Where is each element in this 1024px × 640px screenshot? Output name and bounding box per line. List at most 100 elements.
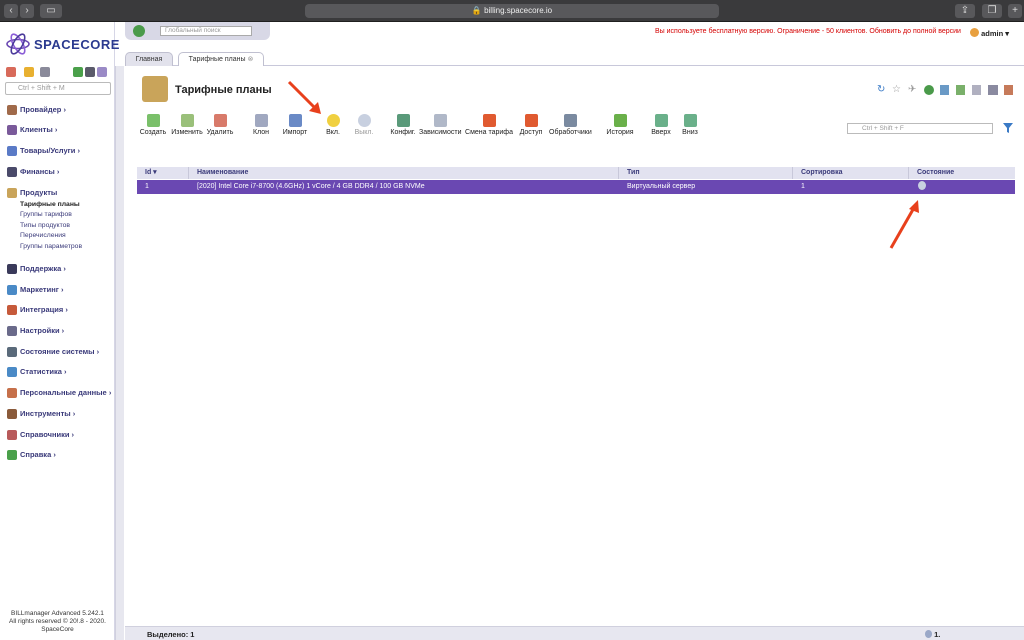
access-button[interactable]: Доступ xyxy=(518,114,544,144)
handlers-button[interactable]: Обработчики xyxy=(549,114,592,144)
print-icon[interactable] xyxy=(988,85,998,95)
puzzle-icon xyxy=(7,305,17,315)
lock-icon: 🔒 xyxy=(471,6,482,15)
move-down-button[interactable]: Вниз xyxy=(680,114,700,144)
version-text: BILLmanager Advanced 5.242.1 xyxy=(11,610,104,617)
clone-button[interactable]: Клон xyxy=(250,114,272,144)
page-title: Тарифные планы xyxy=(175,84,272,96)
help-icon xyxy=(7,450,17,460)
pin-page-icon[interactable]: ✈ xyxy=(908,84,916,95)
filter-icon[interactable] xyxy=(1003,123,1013,133)
import-button[interactable]: Импорт xyxy=(280,114,310,144)
submenu-product-types[interactable]: Типы продуктов xyxy=(20,222,70,229)
menu-item-references[interactable]: Справочники › xyxy=(7,429,74,441)
menu-item-system-status[interactable]: Состояние системы › xyxy=(7,346,99,358)
export-icon[interactable] xyxy=(940,85,949,95)
disable-button[interactable]: Выкл. xyxy=(353,114,375,144)
new-tab-button[interactable]: + xyxy=(1008,4,1022,18)
table-filter-input[interactable]: Ctrl + Shift + F xyxy=(847,123,993,134)
toolbar: Создать Изменить Удалить Клон Импорт Вкл… xyxy=(139,114,739,144)
settings-page-icon[interactable] xyxy=(1004,85,1013,95)
menu-item-products[interactable]: Продукты xyxy=(7,187,57,199)
tools-icon xyxy=(7,409,17,419)
arrow-down-icon xyxy=(683,114,697,127)
submenu-parameter-groups[interactable]: Группы параметров xyxy=(20,243,82,250)
column-header-id[interactable]: Id ▾ xyxy=(137,167,189,179)
menu-item-clients[interactable]: Клиенты › xyxy=(7,124,57,136)
camera-icon[interactable] xyxy=(40,67,50,77)
column-header-status[interactable]: Состояние xyxy=(909,167,1015,179)
delete-icon xyxy=(213,114,227,127)
star-icon[interactable] xyxy=(24,67,34,77)
menu-item-tools[interactable]: Инструменты › xyxy=(7,408,75,420)
address-bar[interactable]: 🔒 billing.spacecore.io xyxy=(305,4,719,18)
menu-item-provider[interactable]: Провайдер › xyxy=(7,104,66,116)
csv-icon[interactable] xyxy=(956,85,965,95)
global-search-icon xyxy=(133,25,145,37)
browser-toolbar: ‹ › ▭ 🔒 billing.spacecore.io ⇪ ❐ + xyxy=(0,0,1024,22)
pin-icon[interactable] xyxy=(97,67,107,77)
menu-item-help[interactable]: Справка › xyxy=(7,449,56,461)
main-content: Тарифные планы ↻ ☆ ✈ Создать Изменить Уд… xyxy=(125,66,1024,626)
menu-item-goods[interactable]: Товары/Услуги › xyxy=(7,145,80,157)
menu-item-integration[interactable]: Интеграция › xyxy=(7,304,68,316)
tab-main[interactable]: Главная xyxy=(125,52,173,66)
config-icon xyxy=(396,114,410,127)
menu-item-statistics[interactable]: Статистика › xyxy=(7,366,67,378)
menu-search-input[interactable]: Ctrl + Shift + M xyxy=(5,82,111,95)
cell-type: Виртуальный сервер xyxy=(627,183,696,190)
license-warning[interactable]: Вы используете бесплатную версию. Ограни… xyxy=(655,28,961,35)
settings-icon xyxy=(7,326,17,336)
brand-name: SPACECORE xyxy=(34,37,120,52)
documents-icon xyxy=(7,388,17,398)
user-menu[interactable]: admin ▾ xyxy=(970,28,1009,38)
cell-id: 1 xyxy=(145,183,149,190)
edit-button[interactable]: Изменить xyxy=(169,114,205,144)
share-button[interactable]: ⇪ xyxy=(955,4,975,18)
table-row[interactable]: 1 [2020] Intel Core i7-8700 (4.6GHz) 1 v… xyxy=(137,180,1015,194)
column-header-type[interactable]: Тип xyxy=(619,167,793,179)
clients-icon xyxy=(7,125,17,135)
menu-item-personal-data[interactable]: Персональные данные › xyxy=(7,387,111,399)
favorite-icon[interactable]: ☆ xyxy=(892,84,901,95)
column-header-name[interactable]: Наименование xyxy=(189,167,619,179)
refresh-icon[interactable]: ↻ xyxy=(877,84,885,95)
column-header-sort[interactable]: Сортировка xyxy=(793,167,909,179)
cart-icon xyxy=(7,146,17,156)
menu-item-finance[interactable]: Финансы › xyxy=(7,166,59,178)
tab-tariff-plans[interactable]: Тарифные планы ⊗ xyxy=(178,52,264,66)
sidebar-toggle-button[interactable]: ▭ xyxy=(40,4,62,18)
tabs-overview-button[interactable]: ❐ xyxy=(982,4,1002,18)
sidebar-scrollbar[interactable] xyxy=(115,66,124,640)
access-icon xyxy=(524,114,538,127)
submenu-tariff-groups[interactable]: Группы тарифов xyxy=(20,211,72,218)
grid-icon[interactable] xyxy=(6,67,16,77)
row-count: 1. xyxy=(925,630,940,639)
close-tab-icon[interactable]: ⊗ xyxy=(247,56,253,63)
expand-icon[interactable] xyxy=(73,67,83,77)
boxes-icon xyxy=(142,76,168,102)
collapse-icon[interactable] xyxy=(85,67,95,77)
globe-action-icon[interactable] xyxy=(924,85,934,95)
global-search-input[interactable]: Глобальный поиск xyxy=(160,26,252,36)
change-tariff-button[interactable]: Смена тарифа xyxy=(465,114,513,144)
enable-button[interactable]: Вкл. xyxy=(322,114,344,144)
submenu-enumerations[interactable]: Перечисления xyxy=(20,232,66,239)
dependencies-button[interactable]: Зависимости xyxy=(419,114,461,144)
back-button[interactable]: ‹ xyxy=(4,4,18,18)
header: Глобальный поиск Вы используете бесплатн… xyxy=(125,22,1024,50)
copy-icon[interactable] xyxy=(972,85,981,95)
provider-icon xyxy=(7,105,17,115)
menu-item-support[interactable]: Поддержка › xyxy=(7,263,66,275)
create-button[interactable]: Создать xyxy=(139,114,167,144)
status-lightbulb-off-icon xyxy=(918,181,926,190)
menu-item-settings[interactable]: Настройки › xyxy=(7,325,64,337)
move-up-button[interactable]: Вверх xyxy=(649,114,673,144)
config-button[interactable]: Конфиг. xyxy=(390,114,416,144)
forward-button[interactable]: › xyxy=(20,4,34,18)
menu-item-marketing[interactable]: Маркетинг › xyxy=(7,284,63,296)
lightbulb-count-icon xyxy=(925,630,932,638)
history-button[interactable]: История xyxy=(606,114,634,144)
submenu-tariff-plans[interactable]: Тарифные планы xyxy=(20,201,80,208)
delete-button[interactable]: Удалить xyxy=(205,114,235,144)
